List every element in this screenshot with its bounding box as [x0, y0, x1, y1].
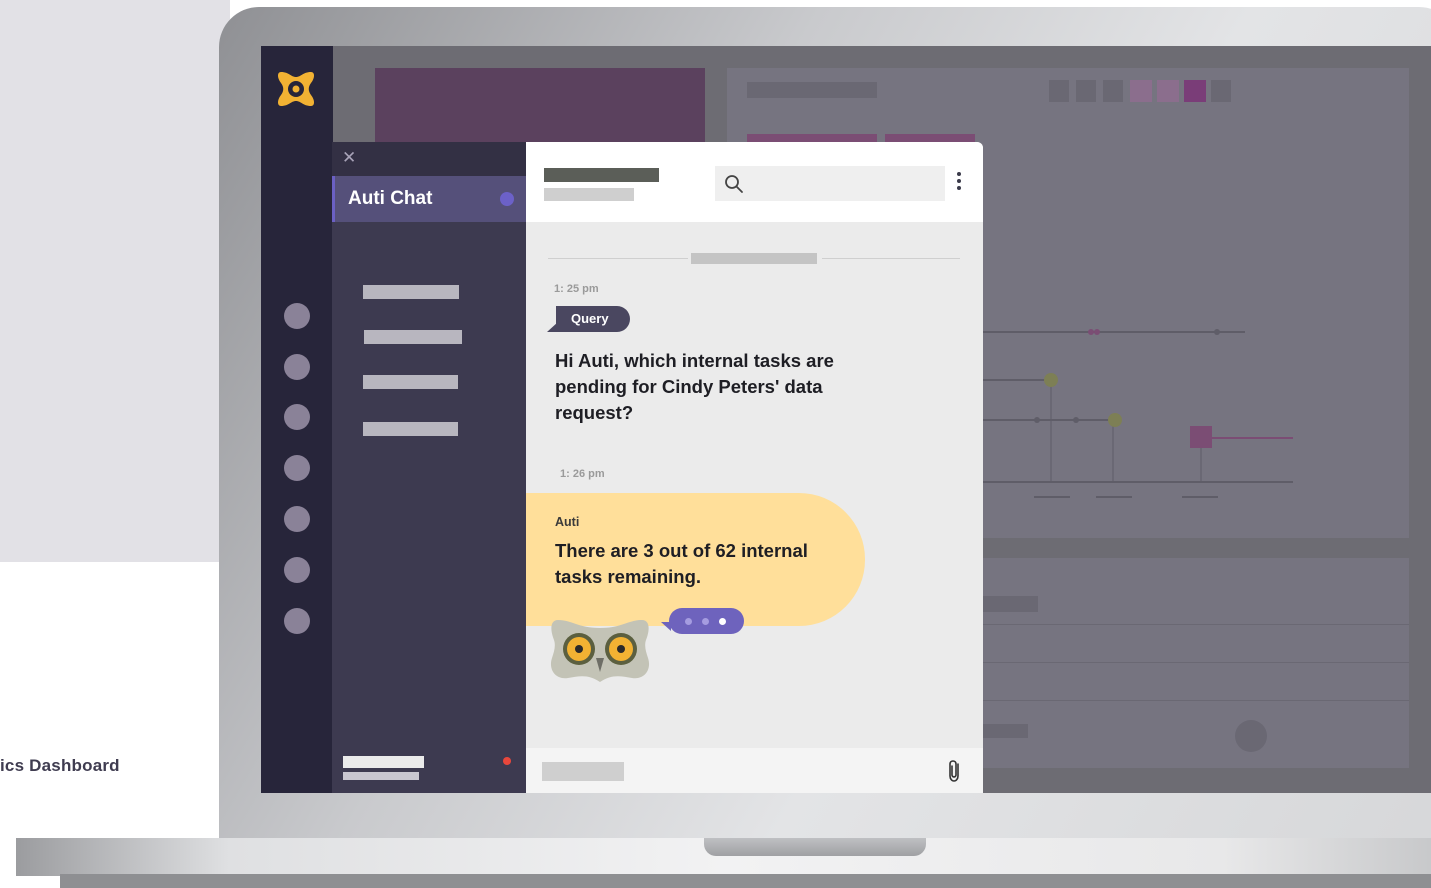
laptop-notch [704, 838, 926, 856]
reply-sender: Auti [555, 515, 580, 529]
chat-list-item-auti-chat[interactable]: Auti Chat [332, 176, 526, 222]
rail-nav-dot[interactable] [284, 354, 310, 380]
paperclip-icon[interactable] [945, 758, 965, 784]
rail-nav-dot[interactable] [284, 506, 310, 532]
date-divider-label [691, 253, 817, 264]
query-message: Hi Auti, which internal tasks are pendin… [555, 350, 834, 423]
owl-avatar-icon [550, 620, 650, 682]
dashboard-timeline-graphic [983, 329, 1293, 498]
rail-nav-dot[interactable] [284, 404, 310, 430]
typing-indicator [669, 608, 744, 634]
chat-list-panel: ✕ Auti Chat [332, 142, 526, 793]
reply-message: There are 3 out of 62 internal tasks rem… [555, 540, 808, 587]
chat-header [526, 142, 983, 222]
chat-list-topbar: ✕ [332, 142, 526, 176]
date-divider-line [548, 258, 688, 259]
chat-list-item-label: Auti Chat [348, 188, 433, 209]
chat-list-item[interactable] [363, 285, 459, 299]
laptop-screen: ✕ Auti Chat 1: 25 pm Query Hi Auti, whic… [261, 46, 1431, 793]
app-rail [261, 46, 333, 793]
rail-nav-dot[interactable] [284, 303, 310, 329]
query-timestamp: 1: 25 pm [554, 283, 599, 295]
contact-item-sub [343, 772, 419, 780]
close-icon[interactable]: ✕ [342, 146, 356, 170]
background-caption: ics Dashboard [0, 756, 120, 775]
rail-nav-dot[interactable] [284, 608, 310, 634]
chat-list-item[interactable] [363, 375, 458, 389]
message-composer[interactable] [526, 748, 983, 793]
message-input-placeholder[interactable] [542, 762, 624, 781]
search-input[interactable] [715, 166, 945, 201]
reply-bubble: Auti There are 3 out of 62 internal task… [526, 493, 865, 626]
query-tag: Query [556, 306, 630, 332]
chat-window: 1: 25 pm Query Hi Auti, which internal t… [526, 142, 983, 793]
rail-nav-dot[interactable] [284, 557, 310, 583]
chat-list-item[interactable] [363, 422, 458, 436]
background-panel [0, 0, 230, 562]
reply-timestamp: 1: 26 pm [560, 468, 605, 480]
more-vertical-icon[interactable] [954, 172, 964, 194]
active-indicator-dot [500, 192, 514, 206]
date-divider-line [822, 258, 960, 259]
auti-logo-icon[interactable] [275, 68, 317, 110]
chat-list-item[interactable] [364, 330, 462, 344]
chat-subtitle-placeholder [544, 188, 634, 201]
notification-dot [503, 757, 511, 765]
dashboard-banner [375, 68, 705, 146]
chat-title-placeholder [544, 168, 659, 182]
laptop-base-shadow [60, 874, 1431, 888]
search-icon [725, 175, 743, 193]
rail-nav-dot[interactable] [284, 455, 310, 481]
contact-item-name[interactable] [343, 756, 424, 768]
